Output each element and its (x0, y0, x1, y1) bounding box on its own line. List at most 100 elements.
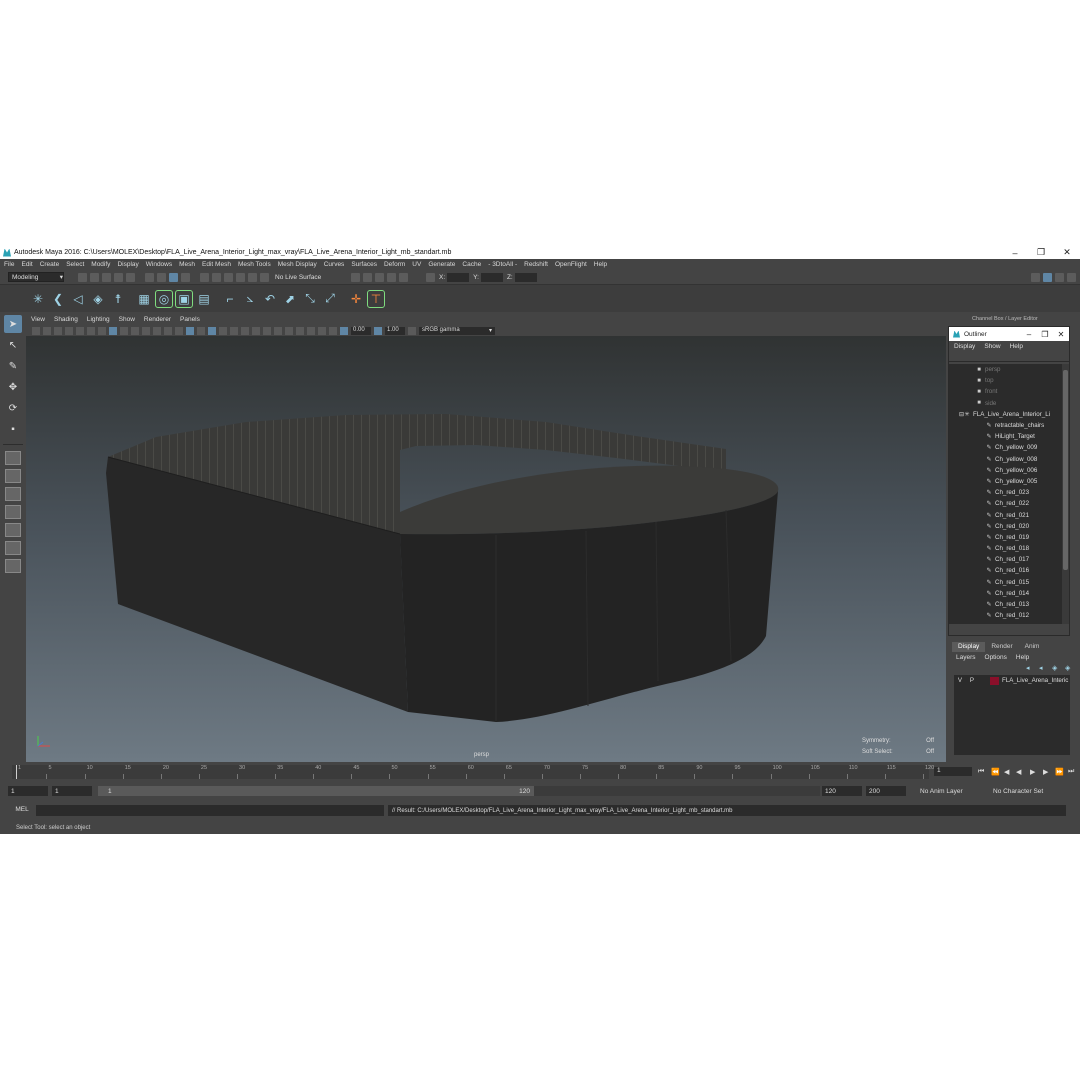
outliner-item[interactable]: ✎ HiLight_Target (949, 431, 1063, 442)
menu-cache[interactable]: Cache (462, 261, 481, 268)
render-settings-icon[interactable] (375, 272, 384, 282)
isolate-select-icon[interactable] (296, 326, 304, 335)
grid-icon[interactable] (98, 326, 106, 335)
layer-row[interactable]: V P FLA_Live_Arena_Interic (954, 675, 1070, 686)
outliner-menu-help[interactable]: Help (1010, 343, 1023, 350)
outliner-search[interactable] (949, 352, 1069, 362)
textured-icon[interactable] (219, 326, 227, 335)
select-tool-icon[interactable]: ➤ (4, 315, 22, 333)
single-perspective-layout-icon[interactable] (5, 451, 21, 465)
tab-render[interactable]: Render (985, 642, 1018, 652)
pick-mask-icon[interactable] (181, 272, 190, 282)
script-language-toggle[interactable]: MEL (10, 806, 34, 813)
menu-help[interactable]: Help (594, 261, 607, 268)
animation-end-input[interactable]: 200 (866, 786, 906, 796)
select-object-icon[interactable] (157, 272, 166, 282)
xray-components-icon[interactable] (329, 326, 337, 335)
bookmarks-icon[interactable] (54, 326, 62, 335)
snap-point-icon[interactable] (224, 272, 233, 282)
command-input[interactable] (36, 805, 384, 816)
outliner-item[interactable]: ✎ Ch_yellow_006 (949, 465, 1063, 476)
render-current-icon[interactable] (351, 272, 360, 282)
smooth-shade-icon[interactable] (186, 326, 194, 335)
x-input[interactable] (447, 272, 470, 282)
new-scene-icon[interactable] (78, 272, 87, 282)
outliner-item[interactable]: ✎ Ch_yellow_005 (949, 476, 1063, 487)
view-transform-dropdown[interactable]: sRGB gamma ▾ (419, 326, 495, 335)
playback-end-input[interactable]: 120 (822, 786, 862, 796)
exposure-icon[interactable] (340, 326, 348, 335)
xray-joints-icon[interactable] (318, 326, 326, 335)
persp-graph-layout-icon[interactable] (5, 523, 21, 537)
wireframe-icon[interactable] (175, 326, 183, 335)
panel-menu-panels[interactable]: Panels (180, 316, 200, 323)
step-back-key-icon[interactable]: ⏪ (991, 768, 1000, 776)
step-back-frame-icon[interactable]: ◀ (1004, 768, 1009, 776)
grease-pencil-icon[interactable] (87, 326, 95, 335)
hypershade-layout-icon[interactable] (5, 541, 21, 555)
open-scene-icon[interactable] (90, 272, 99, 282)
outliner-item[interactable]: ✎ Ch_red_022 (949, 498, 1063, 509)
menu-display[interactable]: Display (117, 261, 138, 268)
outliner-minimize-button[interactable]: – (1021, 330, 1037, 339)
menu-edit-mesh[interactable]: Edit Mesh (202, 261, 231, 268)
attribute-editor-toggle-icon[interactable] (1031, 272, 1040, 282)
multisample-aa-icon[interactable] (274, 326, 282, 335)
outliner-item[interactable]: ✎ Ch_red_018 (949, 543, 1063, 554)
menu-deform[interactable]: Deform (384, 261, 405, 268)
panel-menu-lighting[interactable]: Lighting (87, 316, 110, 323)
menu-mesh-display[interactable]: Mesh Display (278, 261, 317, 268)
menu-edit[interactable]: Edit (21, 261, 32, 268)
animation-start-input[interactable]: 1 (8, 786, 48, 796)
outliner-item[interactable]: ✎ retractable_chairs (949, 420, 1063, 431)
lasso-tool-icon[interactable]: ↖ (4, 336, 22, 354)
layer-color-swatch[interactable] (990, 676, 999, 685)
snap-surface-icon[interactable] (248, 272, 257, 282)
paint-select-tool-icon[interactable]: ✎ (4, 357, 22, 375)
z-input[interactable] (514, 272, 537, 282)
panel-menu-show[interactable]: Show (119, 316, 135, 323)
current-time-marker[interactable] (16, 765, 17, 779)
close-button[interactable]: ✕ (1054, 247, 1080, 258)
exposure-input[interactable]: 0.00 (351, 326, 371, 335)
redo-icon[interactable] (126, 272, 135, 282)
persp-outliner-layout-icon[interactable] (5, 487, 21, 501)
outliner-item[interactable]: ■ top (949, 375, 1063, 386)
outliner-item[interactable]: ✎ Ch_red_019 (949, 532, 1063, 543)
scale-tool-icon[interactable]: ▪ (4, 420, 22, 438)
outliner-close-button[interactable]: ✕ (1053, 330, 1069, 339)
outliner-item[interactable]: ✎ Ch_yellow_009 (949, 442, 1063, 453)
xray-icon[interactable] (307, 326, 315, 335)
gamma-icon[interactable] (374, 326, 382, 335)
outliner-maximize-button[interactable]: ❐ (1037, 330, 1053, 339)
make-live-icon[interactable] (260, 272, 269, 282)
image-plane-icon[interactable] (65, 326, 73, 335)
layer-playback-toggle[interactable]: P (966, 677, 978, 684)
play-backwards-icon[interactable]: ◀ (1016, 768, 1021, 776)
layer-visibility-toggle[interactable]: V (954, 677, 966, 684)
menu-uv[interactable]: UV (412, 261, 421, 268)
panel-menu-view[interactable]: View (31, 316, 45, 323)
menu-create[interactable]: Create (40, 261, 60, 268)
select-camera-icon[interactable] (32, 326, 40, 335)
scrollbar-thumb[interactable] (1063, 370, 1068, 570)
menu-redshift[interactable]: Redshift (524, 261, 548, 268)
outliner-item[interactable]: ✎ Ch_red_017 (949, 554, 1063, 565)
outliner-item[interactable]: ✎ Ch_red_015 (949, 577, 1063, 588)
y-input[interactable] (480, 272, 503, 282)
outliner-item[interactable]: ✎ Ch_red_023 (949, 487, 1063, 498)
tab-anim[interactable]: Anim (1019, 642, 1046, 652)
outliner-item[interactable]: ✎ Ch_red_013 (949, 599, 1063, 610)
tool-settings-toggle-icon[interactable] (1055, 272, 1064, 282)
undo-icon[interactable] (114, 272, 123, 282)
split-polygon-icon[interactable]: ⤡ (302, 291, 318, 307)
outliner-item[interactable]: ✎ Ch_red_014 (949, 588, 1063, 599)
center-pivot-icon[interactable]: ✛ (348, 291, 364, 307)
outliner-item[interactable]: ■ front (949, 386, 1063, 397)
screen-space-ao-icon[interactable] (252, 326, 260, 335)
anim-layer-dropdown[interactable]: No Anim Layer (920, 788, 963, 795)
safe-title-icon[interactable] (164, 326, 172, 335)
multi-cut-icon[interactable]: ⤢ (322, 291, 338, 307)
snap-grid-icon[interactable] (200, 272, 209, 282)
menu-openflight[interactable]: OpenFlight (555, 261, 587, 268)
